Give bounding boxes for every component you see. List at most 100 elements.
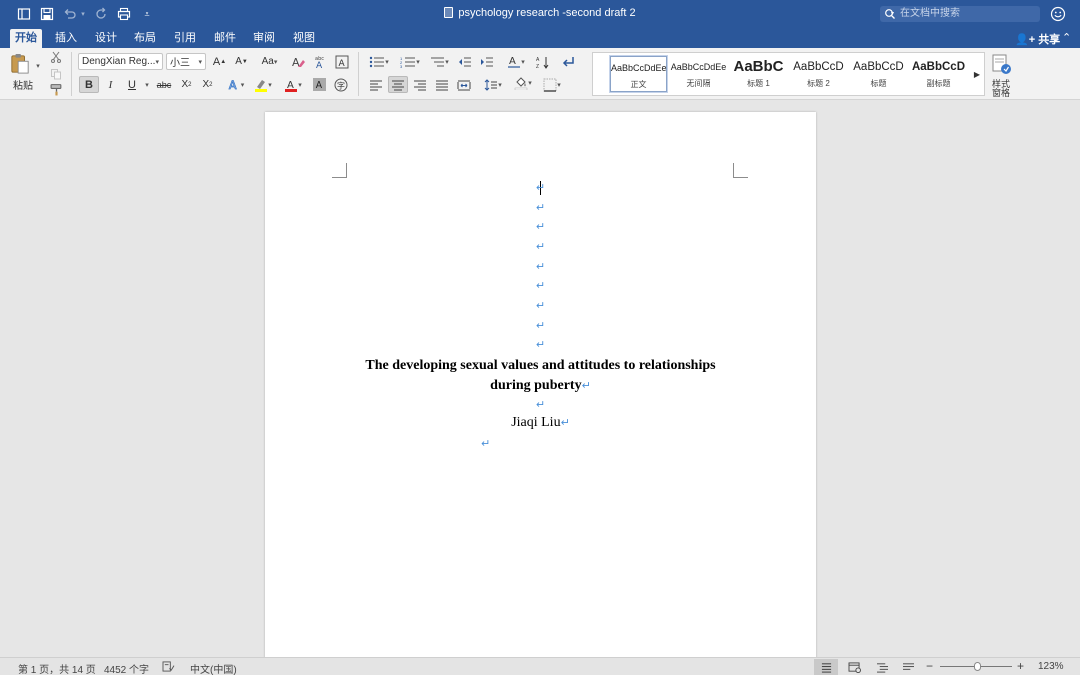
status-bar: 第 1 页，共 14 页 4452 个字 中文(中国) − + 123% [0,657,1080,675]
styles-pane-label-2[interactable]: 窗格 [986,87,1016,98]
change-case-icon[interactable]: Aa ▾ [256,53,283,70]
style-subtitle[interactable]: AaBbCcD 副标题 [910,56,967,92]
format-painter-icon[interactable] [46,81,66,98]
copy-icon[interactable] [46,65,66,82]
bullets-icon[interactable]: ▾ [364,53,394,70]
document-page[interactable]: ↵ ↵ ↵ ↵ ↵ ↵ ↵ ↵ ↵ The developing sexual … [265,112,816,657]
empty-paragraph[interactable]: ↵ [481,437,491,450]
empty-paragraph[interactable]: ↵ [265,260,816,273]
line-spacing-icon[interactable]: ▾ [480,76,506,93]
search-field[interactable]: ▾ 在文档中搜索 [880,6,1040,22]
cut-icon[interactable] [46,48,66,65]
grow-font-icon[interactable]: A ▲ [210,53,229,70]
multilevel-list-icon[interactable]: ▾ [426,53,452,70]
word-count[interactable]: 4452 个字 [104,661,149,675]
empty-paragraph[interactable]: ↵ [265,299,816,312]
web-layout-view-icon[interactable] [842,659,866,675]
zoom-slider-thumb[interactable] [974,662,981,671]
svg-text:A: A [338,59,345,69]
highlight-color-icon[interactable]: ▾ [250,76,276,93]
style-no-spacing[interactable]: AaBbCcDdEe 无间隔 [670,56,727,92]
author-paragraph[interactable]: Jiaqi Liu↵ [265,415,816,431]
feedback-smiley-icon[interactable] [1050,6,1066,22]
share-button[interactable]: 👤+ 共享 [1015,31,1060,47]
italic-button[interactable]: I [101,76,120,93]
word-document-icon [444,7,454,18]
show-paragraph-marks-icon[interactable] [558,53,577,70]
tab-insert[interactable]: 插入 [51,29,81,48]
svg-text:3: 3 [400,64,403,68]
enclose-character-icon[interactable]: 字 [332,76,350,93]
paste-label[interactable]: 粘贴 [9,76,37,93]
paste-dropdown-icon[interactable]: ▾ [34,57,42,74]
tab-view[interactable]: 视图 [289,29,319,48]
styles-more-icon[interactable]: ▶ [971,66,983,83]
font-size-select[interactable]: 小三 ▾ [166,53,206,70]
style-heading-2[interactable]: AaBbCcD 标题 2 [790,56,847,92]
style-normal[interactable]: AaBbCcDdEe 正文 [610,56,667,92]
title-line-2: during puberty↵ [490,378,591,393]
numbering-icon[interactable]: 1 2 3 ▾ [395,53,425,70]
font-name-select[interactable]: DengXian Reg... ▾ [78,53,163,70]
empty-paragraph[interactable]: ↵ [265,201,816,214]
underline-dropdown-icon[interactable]: ▾ [143,76,151,93]
borders-icon[interactable]: ▾ [538,76,566,93]
tab-mailings[interactable]: 邮件 [210,29,240,48]
align-left-icon[interactable] [366,76,386,93]
document-canvas[interactable]: ↵ ↵ ↵ ↵ ↵ ↵ ↵ ↵ ↵ The developing sexual … [0,100,1080,657]
empty-paragraph[interactable]: ↵ [265,398,816,411]
empty-paragraph[interactable]: ↵ [265,338,816,351]
character-border-icon[interactable]: A [332,53,351,70]
justify-icon[interactable] [432,76,452,93]
tab-references[interactable]: 引用 [170,29,200,48]
text-effects-icon[interactable]: A ▾ [224,76,248,93]
tab-home[interactable]: 开始 [10,29,42,48]
increase-indent-icon[interactable] [477,53,496,70]
zoom-in-button[interactable]: + [1017,659,1024,673]
print-layout-view-icon[interactable] [814,659,838,675]
empty-paragraph[interactable]: ↵ [265,279,816,292]
tab-layout[interactable]: 布局 [130,29,160,48]
empty-paragraph[interactable]: ↵ [265,181,816,194]
svg-text:A: A [536,57,540,63]
paste-icon[interactable] [6,51,34,77]
outline-view-icon[interactable] [870,659,894,675]
superscript-button[interactable]: X2 [198,76,217,93]
page-count[interactable]: 第 1 页，共 14 页 [18,661,96,675]
phonetic-guide-icon[interactable]: abc A [310,53,329,70]
zoom-level[interactable]: 123% [1038,661,1064,672]
document-title-paragraph[interactable]: The developing sexual values and attitud… [265,356,816,396]
language-indicator[interactable]: 中文(中国) [190,661,237,675]
empty-paragraph[interactable]: ↵ [265,240,816,253]
draft-view-icon[interactable] [896,659,920,675]
tab-design[interactable]: 设计 [91,29,121,48]
zoom-out-button[interactable]: − [926,659,933,673]
shrink-font-icon[interactable]: A ▼ [232,53,251,70]
collapse-ribbon-icon[interactable]: ⌃ [1062,31,1071,44]
proofing-icon[interactable] [162,661,175,675]
strikethrough-button[interactable]: abc [153,76,175,93]
style-heading-1[interactable]: AaBbC 标题 1 [730,56,787,92]
align-center-icon[interactable] [388,76,408,93]
sort-icon[interactable]: AZ [533,53,552,70]
distributed-icon[interactable] [454,76,474,93]
styles-pane-icon[interactable] [990,52,1012,76]
shading-icon[interactable]: ▾ [509,74,537,91]
style-title[interactable]: AaBbCcD 标题 [850,56,907,92]
title-line-1: The developing sexual values and attitud… [365,358,716,373]
margin-mark-left [332,163,347,178]
bold-button[interactable]: B [79,76,99,93]
svg-text:A: A [292,56,300,69]
clear-formatting-icon[interactable]: A [288,53,307,70]
tab-review[interactable]: 审阅 [249,29,279,48]
subscript-button[interactable]: X2 [177,76,196,93]
empty-paragraph[interactable]: ↵ [265,319,816,332]
svg-text:A: A [315,80,322,91]
font-color-icon[interactable]: A ▾ [279,76,307,93]
character-shading-icon[interactable]: A [310,76,328,93]
decrease-indent-icon[interactable] [455,53,474,70]
empty-paragraph[interactable]: ↵ [265,220,816,233]
asian-layout-icon[interactable]: A ▾ [502,53,530,70]
underline-button[interactable]: U [122,76,142,93]
align-right-icon[interactable] [410,76,430,93]
